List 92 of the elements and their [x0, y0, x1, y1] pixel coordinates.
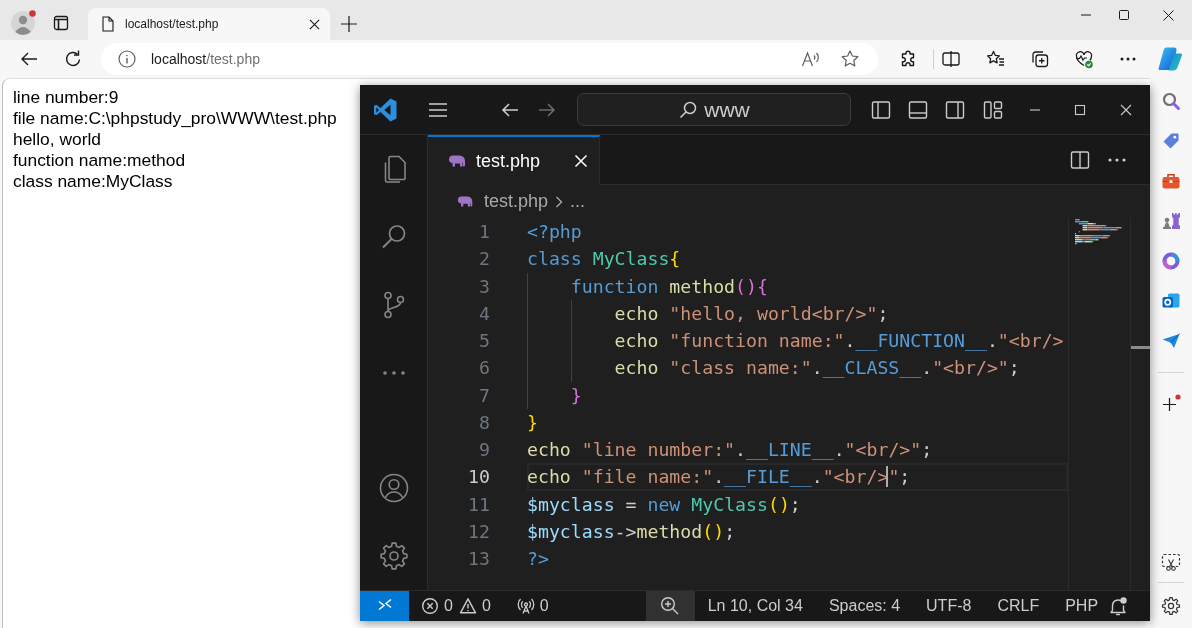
maximize-icon[interactable]	[1119, 10, 1129, 20]
add-icon[interactable]	[1161, 394, 1181, 414]
code-line: echo "class name:".__CLASS__."<br/>";	[614, 356, 1020, 381]
page-text-line: class name:MyClass	[13, 171, 173, 192]
line-number: 7	[479, 384, 490, 406]
elephant-icon	[457, 195, 475, 208]
scissors-selection-icon[interactable]	[1161, 552, 1181, 572]
scrollbar-track[interactable]	[1130, 218, 1150, 590]
remote-button[interactable]	[360, 591, 409, 621]
editor-tab[interactable]: test.php	[428, 135, 600, 185]
code-line: echo "hello, world<br/>";	[614, 301, 889, 326]
line-number: 11	[468, 493, 490, 515]
line-number: 10	[468, 466, 490, 488]
code-line: ?>	[527, 547, 549, 571]
search-icon	[678, 99, 699, 120]
line-number: 4	[479, 302, 490, 324]
star-list-icon[interactable]	[986, 49, 1006, 69]
bell-icon[interactable]	[1108, 596, 1128, 616]
right-panel-layout-icon[interactable]	[944, 98, 966, 121]
search-icon[interactable]	[1161, 91, 1181, 111]
address-bar[interactable]: localhost/test.php	[101, 43, 878, 75]
line-number: 5	[479, 330, 490, 351]
code-line: }	[527, 410, 538, 435]
settings-icon[interactable]	[377, 540, 410, 572]
code-line: function method(){	[570, 274, 768, 299]
elephant-icon	[448, 154, 468, 168]
language-button[interactable]: PHP	[1065, 597, 1099, 615]
browser-tab[interactable]: localhost/test.php	[88, 8, 330, 40]
command-center-text: www	[704, 97, 750, 122]
page-text-line: file name:C:\phpstudy_pro\WWW\test.php	[13, 108, 337, 129]
window-panel-icon[interactable]	[53, 15, 69, 31]
page-text-line: hello, world	[13, 129, 101, 150]
left-panel-layout-icon[interactable]	[870, 98, 892, 121]
breadcrumb-item[interactable]: ...	[570, 191, 586, 212]
layout-grid-icon[interactable]	[982, 98, 1004, 121]
warning-icon	[458, 597, 477, 615]
line-number: 6	[479, 357, 490, 379]
problems-button[interactable]: 0 0	[421, 597, 491, 615]
chevron-right-icon	[554, 194, 565, 209]
line-number: 13	[468, 548, 490, 569]
split-editor-icon[interactable]	[1069, 148, 1091, 171]
tag-icon[interactable]	[1161, 131, 1181, 151]
line-number: 3	[479, 275, 490, 297]
zoom-button[interactable]	[645, 591, 695, 621]
assistant-logo-icon[interactable]	[1157, 46, 1183, 72]
line-ending-button[interactable]: CRLF	[997, 597, 1040, 615]
info-icon[interactable]	[118, 50, 136, 68]
code-line: echo "function name:".__FUNCTION__."<br/>	[614, 329, 1064, 353]
chess-pieces-icon[interactable]	[1161, 211, 1181, 231]
ports-button[interactable]: 0	[516, 597, 549, 615]
line-number: 2	[479, 248, 490, 270]
page-text-line: function name:method	[13, 150, 186, 171]
split-screen-icon[interactable]	[941, 49, 961, 69]
command-center-field[interactable]: www	[577, 93, 851, 126]
stacked-squares-plus-icon[interactable]	[1030, 49, 1050, 69]
broadcast-icon	[516, 597, 535, 615]
line-number: 8	[479, 411, 490, 433]
ring-logo-icon[interactable]	[1161, 251, 1181, 271]
mail-logo-icon[interactable]	[1161, 291, 1181, 311]
code-line: }	[570, 383, 582, 408]
line-number: 12	[468, 520, 490, 542]
star-icon[interactable]	[840, 49, 860, 69]
code-line: echo "file name:".__FILE__."<br/>";	[527, 465, 911, 490]
refresh-icon[interactable]	[63, 49, 83, 69]
close-icon[interactable]	[1163, 10, 1174, 21]
error-icon	[421, 597, 439, 615]
page-text-line: line number:9	[13, 87, 119, 108]
line-number: 1	[479, 221, 490, 242]
account-icon[interactable]	[377, 472, 410, 504]
cursor-position-marker	[1131, 346, 1150, 349]
close-icon[interactable]	[309, 18, 320, 30]
indentation-button[interactable]: Spaces: 4	[828, 597, 901, 615]
heart-pulse-icon[interactable]	[1074, 49, 1094, 69]
document-icon	[101, 16, 115, 32]
read-aloud-icon[interactable]	[801, 49, 821, 69]
url-text[interactable]: localhost/test.php	[151, 51, 260, 67]
cursor-position-button[interactable]: Ln 10, Col 34	[707, 597, 803, 615]
toolbox-icon[interactable]	[1161, 171, 1181, 191]
zoom-in-icon	[660, 596, 681, 616]
line-number: 9	[479, 439, 490, 460]
code-line: $myclass = new MyClass();	[527, 492, 801, 517]
code-line: $myclass->method();	[527, 519, 736, 544]
settings-icon[interactable]	[1161, 596, 1181, 616]
bottom-panel-layout-icon[interactable]	[907, 98, 929, 121]
encoding-button[interactable]: UTF-8	[926, 597, 972, 615]
editor-logo-icon[interactable]	[372, 96, 398, 123]
code-line: echo "line number:".__LINE__."<br/>";	[527, 438, 933, 462]
new-tab-icon[interactable]	[341, 16, 357, 32]
code-line: <?php	[527, 220, 582, 244]
breadcrumb-item[interactable]: test.php	[457, 191, 549, 212]
code-line: class MyClass{	[527, 247, 681, 272]
profile-avatar-icon[interactable]	[11, 9, 37, 35]
